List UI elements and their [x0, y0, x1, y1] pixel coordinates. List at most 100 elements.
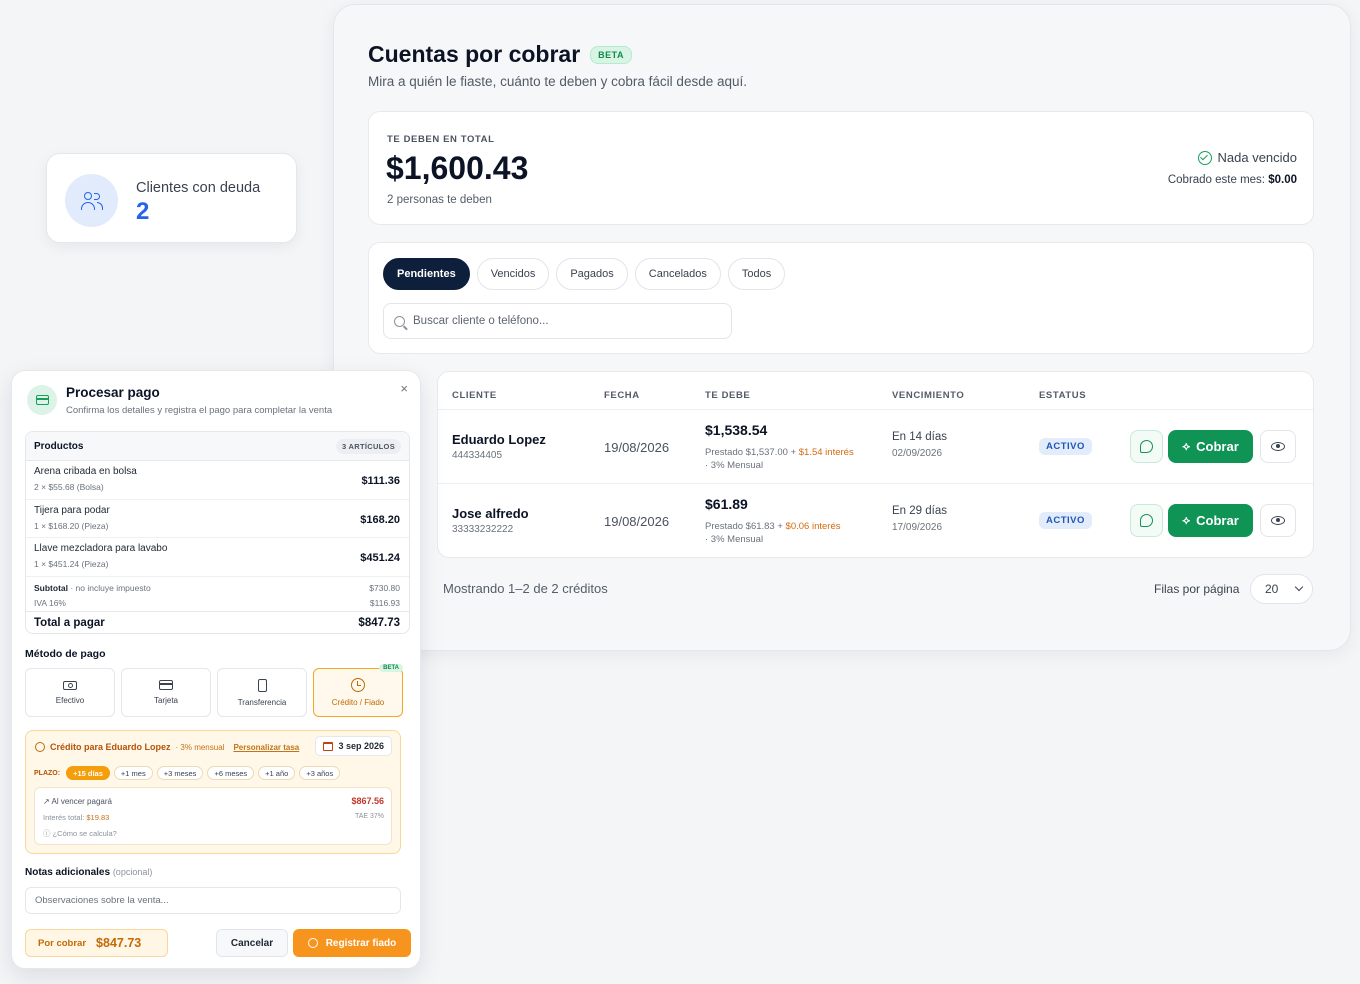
client-name: Eduardo Lopez [452, 432, 546, 447]
summary-status: Nada vencido Cobrado este mes: $0.00 [1168, 150, 1297, 186]
rows-per-page-value: 20 [1265, 582, 1279, 596]
subtotal-label: Subtotal [34, 583, 68, 593]
filter-card: Pendientes Vencidos Pagados Cancelados T… [368, 242, 1314, 354]
product-name: Llave mezcladora para lavabo [34, 543, 168, 554]
chevron-down-icon [1294, 582, 1304, 592]
product-detail: 2 × $55.68 (Bolsa) [34, 482, 104, 492]
method-transferencia[interactable]: Transferencia [217, 668, 307, 717]
tab-pagados[interactable]: Pagados [556, 258, 628, 290]
term-1-month[interactable]: +1 mes [113, 766, 153, 780]
due-date-picker[interactable]: 3 sep 2026 [315, 736, 392, 756]
clock-icon [351, 678, 365, 692]
loan-rate: · 3% Mensual [705, 460, 764, 471]
close-icon[interactable]: × [400, 381, 408, 396]
tab-vencidos[interactable]: Vencidos [476, 258, 550, 290]
term-3-months[interactable]: +3 meses [156, 766, 204, 780]
register-credit-label: Registrar fiado [325, 937, 397, 949]
loan-interest: $1.54 interés [798, 447, 854, 458]
cobrar-label: Cobrar [1196, 439, 1239, 454]
view-button[interactable] [1260, 430, 1296, 463]
clients-label: Clientes con deuda [136, 180, 261, 196]
method-efectivo[interactable]: Efectivo [25, 668, 115, 717]
cancel-button[interactable]: Cancelar [216, 929, 288, 957]
credit-card-icon [159, 680, 173, 690]
view-button[interactable] [1260, 504, 1296, 537]
tab-cancelados[interactable]: Cancelados [634, 258, 721, 290]
method-tarjeta[interactable]: Tarjeta [121, 668, 211, 717]
modal-subtitle: Confirma los detalles y registra el pago… [66, 405, 333, 416]
clients-count: 2 [136, 198, 150, 225]
total-interest: Interés total: $19.83 [43, 813, 109, 822]
whatsapp-button[interactable] [1130, 504, 1163, 537]
term-1-year[interactable]: +1 año [258, 766, 296, 780]
due-date: 17/09/2026 [892, 522, 943, 533]
status-tabs: Pendientes Vencidos Pagados Cancelados T… [383, 258, 786, 290]
calendar-icon [323, 741, 334, 751]
credit-rate: · 3% mensual [175, 742, 225, 752]
rows-per-page-select[interactable]: 20 [1250, 574, 1313, 604]
credit-header: Crédito para Eduardo Lopez · 3% mensual … [35, 742, 299, 752]
total-label: TE DEBEN EN TOTAL [387, 134, 495, 145]
product-price: $168.20 [360, 513, 400, 526]
list-item: Tijera para podar 1 × $168.20 (Pieza) $1… [26, 500, 409, 538]
at-maturity-value: $867.56 [351, 796, 384, 806]
notes-input[interactable]: Observaciones sobre la venta... [25, 887, 401, 914]
clients-with-debt-card: Clientes con deuda 2 [46, 153, 297, 243]
credit-date: 19/08/2026 [604, 514, 670, 529]
search-icon [394, 315, 405, 327]
users-icon [80, 191, 103, 210]
term-3-years[interactable]: +3 años [299, 766, 341, 780]
term-label: PLAZO: [34, 769, 61, 777]
how-calculated-link[interactable]: ⓘ ¿Cómo se calcula? [43, 828, 117, 839]
product-price: $111.36 [361, 475, 400, 487]
total-to-pay-value: $847.73 [358, 616, 400, 629]
term-15-days[interactable]: +15 días [66, 766, 110, 780]
credit-card-icon-wrap [27, 385, 57, 415]
credit-projection: ↗ Al vencer pagará Interés total: $19.83… [34, 787, 392, 845]
chat-bubble-icon [1140, 514, 1153, 527]
cobrar-label: Cobrar [1196, 513, 1239, 528]
loan-detail: Prestado $61.83 + $0.06 interés · 3% Men… [705, 520, 840, 546]
col-header-estatus: ESTATUS [1039, 390, 1087, 401]
modal-title: Procesar pago [66, 385, 160, 400]
col-header-vencimiento: VENCIMIENTO [892, 390, 965, 401]
iva-row: IVA 16% $116.93 [34, 598, 400, 608]
users-icon-wrap [65, 174, 118, 227]
process-payment-modal: Procesar pago Confirma los detalles y re… [11, 370, 421, 969]
tab-todos[interactable]: Todos [727, 258, 786, 290]
accounts-receivable-panel: Cuentas por cobrar BETA Mira a quién le … [333, 4, 1351, 651]
to-collect-value: $847.73 [96, 936, 142, 950]
amount-owed: $61.89 [705, 496, 748, 512]
tab-pendientes[interactable]: Pendientes [383, 258, 470, 290]
collected-value: $0.00 [1268, 174, 1297, 186]
product-name: Tijera para podar [34, 504, 110, 516]
table-row: Eduardo Lopez 444334405 19/08/2026 $1,53… [438, 409, 1313, 483]
list-item: Llave mezcladora para lavabo 1 × $451.24… [26, 538, 409, 577]
clock-icon [35, 742, 45, 752]
register-credit-button[interactable]: Registrar fiado [293, 929, 411, 957]
amount-to-collect: Por cobrar $847.73 [25, 929, 168, 957]
method-credito-fiado[interactable]: BETA Crédito / Fiado [313, 664, 403, 717]
loan-principal: Prestado $61.83 + [705, 521, 786, 532]
phone-icon [257, 678, 267, 692]
product-name: Arena cribada en bolsa [34, 466, 137, 477]
method-label: Transferencia [237, 697, 287, 707]
cobrar-button[interactable]: ⟡ Cobrar [1168, 504, 1253, 537]
due-date: 02/09/2026 [892, 448, 943, 459]
customize-rate-link[interactable]: Personalizar tasa [233, 743, 299, 752]
term-6-months[interactable]: +6 meses [207, 766, 255, 780]
collected-label: Cobrado este mes: [1167, 174, 1266, 186]
check-circle-icon [1197, 150, 1212, 165]
whatsapp-button[interactable] [1130, 430, 1163, 463]
subtotal-value: $730.80 [369, 583, 400, 593]
rows-per-page-label: Filas por página [1154, 582, 1240, 596]
search-placeholder: Buscar cliente o teléfono... [413, 315, 549, 327]
payment-method-label: Método de pago [25, 648, 106, 660]
search-input[interactable]: Buscar cliente o teléfono... [383, 303, 732, 339]
pagination-info: Mostrando 1–2 de 2 créditos [443, 581, 608, 596]
hand-coin-icon: ⟡ [1182, 513, 1191, 527]
notes-label: Notas adicionales (opcional) [25, 867, 152, 878]
cobrar-button[interactable]: ⟡ Cobrar [1168, 430, 1253, 463]
method-label: Efectivo [55, 695, 85, 705]
client-phone: 33333232222 [452, 524, 514, 535]
